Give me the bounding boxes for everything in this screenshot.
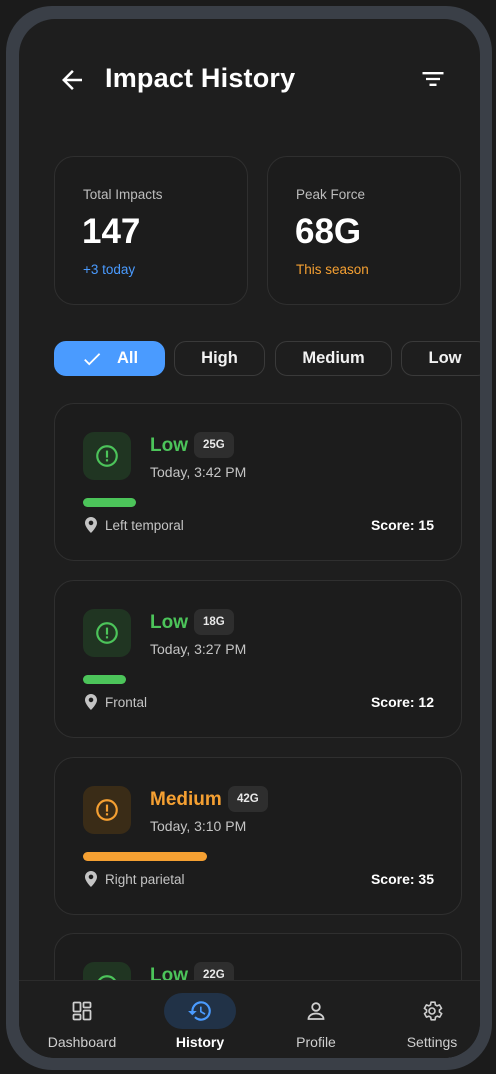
nav-label: History: [175, 1034, 225, 1050]
stat-card-peak-force: Peak Force 68G This season: [267, 156, 461, 305]
impact-force-badge: 42G: [228, 786, 268, 812]
device-frame: Impact History Total Impacts 147 +3 toda…: [6, 6, 492, 1070]
bottom-navigation: Dashboard History Profile Settings: [19, 980, 480, 1058]
nav-dashboard[interactable]: Dashboard: [27, 981, 137, 1058]
nav-profile[interactable]: Profile: [261, 981, 371, 1058]
nav-icon-wrap: [46, 993, 118, 1029]
page-title: Impact History: [105, 63, 296, 93]
nav-label: Dashboard: [47, 1034, 117, 1050]
filter-icon[interactable]: [419, 65, 447, 93]
chip-label: Low: [428, 349, 462, 367]
back-arrow-icon[interactable]: [57, 65, 87, 95]
severity-bar: [83, 498, 136, 507]
impact-icon-box: [83, 786, 131, 834]
severity-bar: [83, 675, 126, 684]
profile-icon: [307, 1002, 325, 1020]
history-icon: [188, 1001, 211, 1021]
chip-label: Medium: [302, 349, 365, 367]
impact-force-badge: 25G: [194, 432, 234, 458]
location-label: Frontal: [105, 694, 148, 710]
impact-level: Low: [150, 435, 188, 456]
app-header: Impact History: [19, 19, 480, 139]
nav-history[interactable]: History: [145, 981, 255, 1058]
impact-level: Low: [150, 612, 188, 633]
alert-circle-icon: [96, 445, 118, 467]
nav-icon-wrap: [164, 993, 236, 1029]
stat-value: 147: [82, 212, 141, 251]
filter-chips: All High Medium Low: [54, 341, 480, 377]
impact-time: Today, 3:10 PM: [150, 818, 247, 834]
nav-settings[interactable]: Settings: [377, 981, 480, 1058]
filter-chip-all[interactable]: All: [54, 341, 165, 376]
nav-icon-wrap: [280, 993, 352, 1029]
location-pin-icon: [85, 694, 97, 710]
impact-force-badge: 18G: [194, 609, 234, 635]
check-icon: [84, 352, 101, 365]
impact-score: Score: 35: [370, 871, 434, 887]
stat-subtext: This season: [296, 262, 369, 277]
location-pin-icon: [85, 871, 97, 887]
impact-time: Today, 3:42 PM: [150, 464, 247, 480]
settings-icon: [423, 1001, 443, 1021]
filter-chip-high[interactable]: High: [174, 341, 265, 376]
filter-chip-low[interactable]: Low: [401, 341, 480, 376]
dashboard-icon: [72, 1001, 92, 1021]
alert-circle-icon: [96, 799, 118, 821]
nav-icon-wrap: [396, 993, 468, 1029]
location-pin-icon: [85, 517, 97, 533]
impact-level: Medium: [150, 789, 222, 810]
location-label: Right parietal: [105, 871, 185, 887]
filter-chip-medium[interactable]: Medium: [275, 341, 392, 376]
chip-label: High: [201, 349, 238, 367]
impact-card[interactable]: Low 18G Today, 3:27 PM Frontal Score: 12: [54, 580, 462, 738]
impact-card[interactable]: Medium 42G Today, 3:10 PM Right parietal…: [54, 757, 462, 915]
impact-time: Today, 3:27 PM: [150, 641, 247, 657]
impact-location: Right parietal: [85, 871, 185, 887]
stat-label: Peak Force: [296, 187, 366, 202]
impact-location: Left temporal: [85, 517, 184, 533]
impact-card[interactable]: Low 25G Today, 3:42 PM Left temporal Sco…: [54, 403, 462, 561]
stat-card-total-impacts: Total Impacts 147 +3 today: [54, 156, 248, 305]
impact-score: Score: 12: [370, 694, 434, 710]
location-label: Left temporal: [105, 517, 184, 533]
app-screen: Impact History Total Impacts 147 +3 toda…: [19, 19, 480, 1058]
impact-score: Score: 15: [370, 517, 434, 533]
nav-label: Settings: [406, 1034, 458, 1050]
stat-value: 68G: [295, 212, 362, 251]
stat-label: Total Impacts: [83, 187, 163, 202]
impact-location: Frontal: [85, 694, 147, 710]
alert-circle-icon: [96, 622, 118, 644]
nav-label: Profile: [296, 1034, 336, 1050]
impact-icon-box: [83, 609, 131, 657]
impact-icon-box: [83, 432, 131, 480]
stat-subtext: +3 today: [83, 262, 136, 277]
severity-bar: [83, 852, 207, 861]
chip-label: All: [116, 349, 139, 367]
